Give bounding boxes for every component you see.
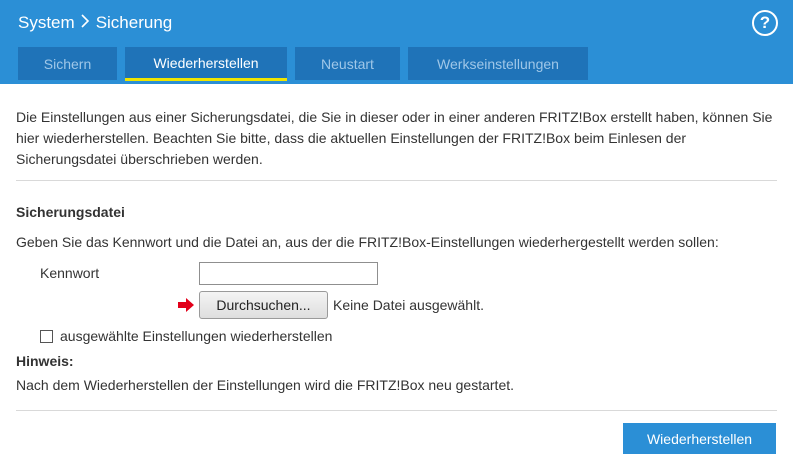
chevron-right-icon [81, 13, 90, 33]
password-input[interactable] [199, 262, 378, 285]
restore-selected-checkbox[interactable] [40, 330, 53, 343]
tab-werkseinstellungen[interactable]: Werkseinstellungen [408, 47, 588, 80]
note-text: Nach dem Wiederherstellen der Einstellun… [16, 377, 515, 393]
divider-top [16, 180, 777, 181]
right-arrow-icon [178, 298, 194, 312]
tab-sichern[interactable]: Sichern [18, 47, 117, 80]
header-bar: System Sicherung ? Sichern Wiederherstel… [0, 0, 793, 84]
tab-bar: Sichern Wiederherstellen Neustart Werkse… [18, 47, 596, 84]
browse-button[interactable]: Durchsuchen... [199, 291, 328, 319]
breadcrumb-system[interactable]: System [18, 13, 75, 33]
tab-neustart[interactable]: Neustart [295, 47, 400, 80]
intro-text: Die Einstellungen aus einer Sicherungsda… [16, 109, 773, 167]
divider-bottom [16, 410, 777, 411]
instructions-text: Geben Sie das Kennwort und die Datei an,… [16, 234, 719, 250]
note-title: Hinweis: [16, 353, 74, 369]
tab-wiederherstellen[interactable]: Wiederherstellen [125, 47, 287, 81]
restore-button[interactable]: Wiederherstellen [623, 423, 776, 454]
help-icon[interactable]: ? [752, 10, 778, 36]
password-label: Kennwort [40, 265, 100, 281]
section-title: Sicherungsdatei [16, 204, 125, 220]
breadcrumb: System Sicherung [18, 13, 172, 33]
checkbox-label[interactable]: ausgewählte Einstellungen wiederherstell… [60, 328, 332, 344]
breadcrumb-sicherung: Sicherung [95, 13, 173, 32]
file-status: Keine Datei ausgewählt. [333, 297, 484, 313]
